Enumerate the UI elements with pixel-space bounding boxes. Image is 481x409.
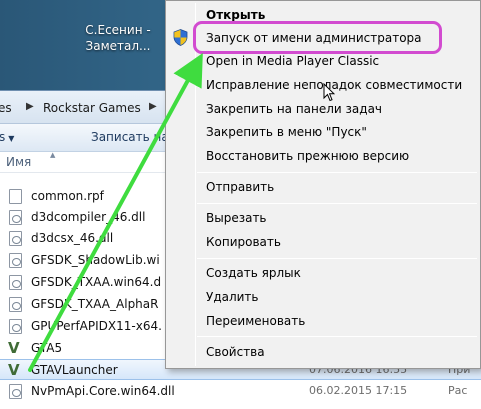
desktop-icon-label-line1: С.Есенин - <box>85 23 151 37</box>
file-name: GTA5 <box>31 341 63 355</box>
dll-file-icon <box>9 275 22 290</box>
menu-item-create-shortcut[interactable]: Создать ярлык <box>206 266 301 280</box>
context-menu: Открыть Запуск от имени администратора O… <box>165 0 481 369</box>
menu-item-send-to[interactable]: Отправить <box>206 180 274 194</box>
mouse-cursor-icon <box>323 83 335 102</box>
dropdown-arrow-icon: ▼ <box>8 134 15 143</box>
column-header-name[interactable]: Имя <box>6 155 31 169</box>
file-name: GFSDK_ShadowLib.wi <box>31 253 160 267</box>
file-name: GPUPerfAPIDX11-x64. <box>31 319 162 333</box>
menu-item-delete[interactable]: Удалить <box>206 290 259 304</box>
dll-file-icon <box>9 210 22 225</box>
menu-item-cut[interactable]: Вырезать <box>206 211 267 225</box>
file-name: NvPmApi.Core.win64.dll <box>31 384 175 398</box>
menu-item-run-as-admin[interactable]: Запуск от имени администратора <box>206 31 422 45</box>
breadcrumb-separator-icon[interactable]: ▶ <box>26 101 34 112</box>
desktop-icon-label[interactable]: С.Есенин - Заметал... <box>68 22 168 54</box>
file-name: GFSDK_TXAA_AlphaR <box>31 297 159 311</box>
file-icon <box>9 189 22 204</box>
desktop-icon-label-line2: Заметал... <box>85 39 151 53</box>
dll-file-icon <box>9 231 22 246</box>
toolbar-button-share-label: s <box>0 130 6 144</box>
menu-separator <box>197 336 477 337</box>
gta-v-icon: V <box>8 361 20 379</box>
menu-item-restore-previous-version[interactable]: Восстановить прежнюю версию <box>206 149 409 163</box>
breadcrumb-item-rockstar[interactable]: Rockstar Games <box>43 101 141 115</box>
file-name: d3dcsx_46.dll <box>31 231 114 245</box>
uac-shield-icon <box>173 29 188 46</box>
breadcrumb-item-parent[interactable]: es <box>0 101 12 115</box>
menu-item-properties[interactable]: Свойства <box>206 345 265 359</box>
file-name: common.rpf <box>31 189 104 203</box>
menu-item-open-media-player[interactable]: Open in Media Player Classic <box>206 54 379 68</box>
menu-item-pin-to-start[interactable]: Закрепить в меню "Пуск" <box>206 125 367 139</box>
dll-file-icon <box>9 384 22 399</box>
menu-item-copy[interactable]: Копировать <box>206 235 281 249</box>
file-name: GFSDK_TXAA.win64.d <box>31 275 162 289</box>
menu-item-rename[interactable]: Переименовать <box>206 314 305 328</box>
dll-file-icon <box>9 319 22 334</box>
dll-file-icon <box>9 297 22 312</box>
gta-v-icon: V <box>8 339 20 357</box>
dll-file-icon <box>9 253 22 268</box>
file-name: GTAVLauncher <box>31 363 118 377</box>
menu-icon-gutter <box>195 3 196 366</box>
file-name: d3dcompiler_46.dll <box>31 210 146 224</box>
menu-item-open[interactable]: Открыть <box>206 8 265 22</box>
file-row[interactable]: NvPmApi.Core.win64.dll 06.02.2015 17:15 … <box>0 381 481 402</box>
menu-item-pin-to-taskbar[interactable]: Закрепить на панели задач <box>206 102 382 116</box>
menu-separator <box>197 203 477 204</box>
breadcrumb-separator-icon[interactable]: ▶ <box>149 101 157 112</box>
menu-separator <box>197 258 477 259</box>
menu-separator <box>197 172 477 173</box>
file-date: 06.02.2015 17:15 <box>309 384 408 397</box>
toolbar-button-share[interactable]: s ▼ <box>0 130 14 144</box>
sort-arrow-icon: ▲ <box>50 151 56 159</box>
file-type: Рас <box>448 384 468 397</box>
